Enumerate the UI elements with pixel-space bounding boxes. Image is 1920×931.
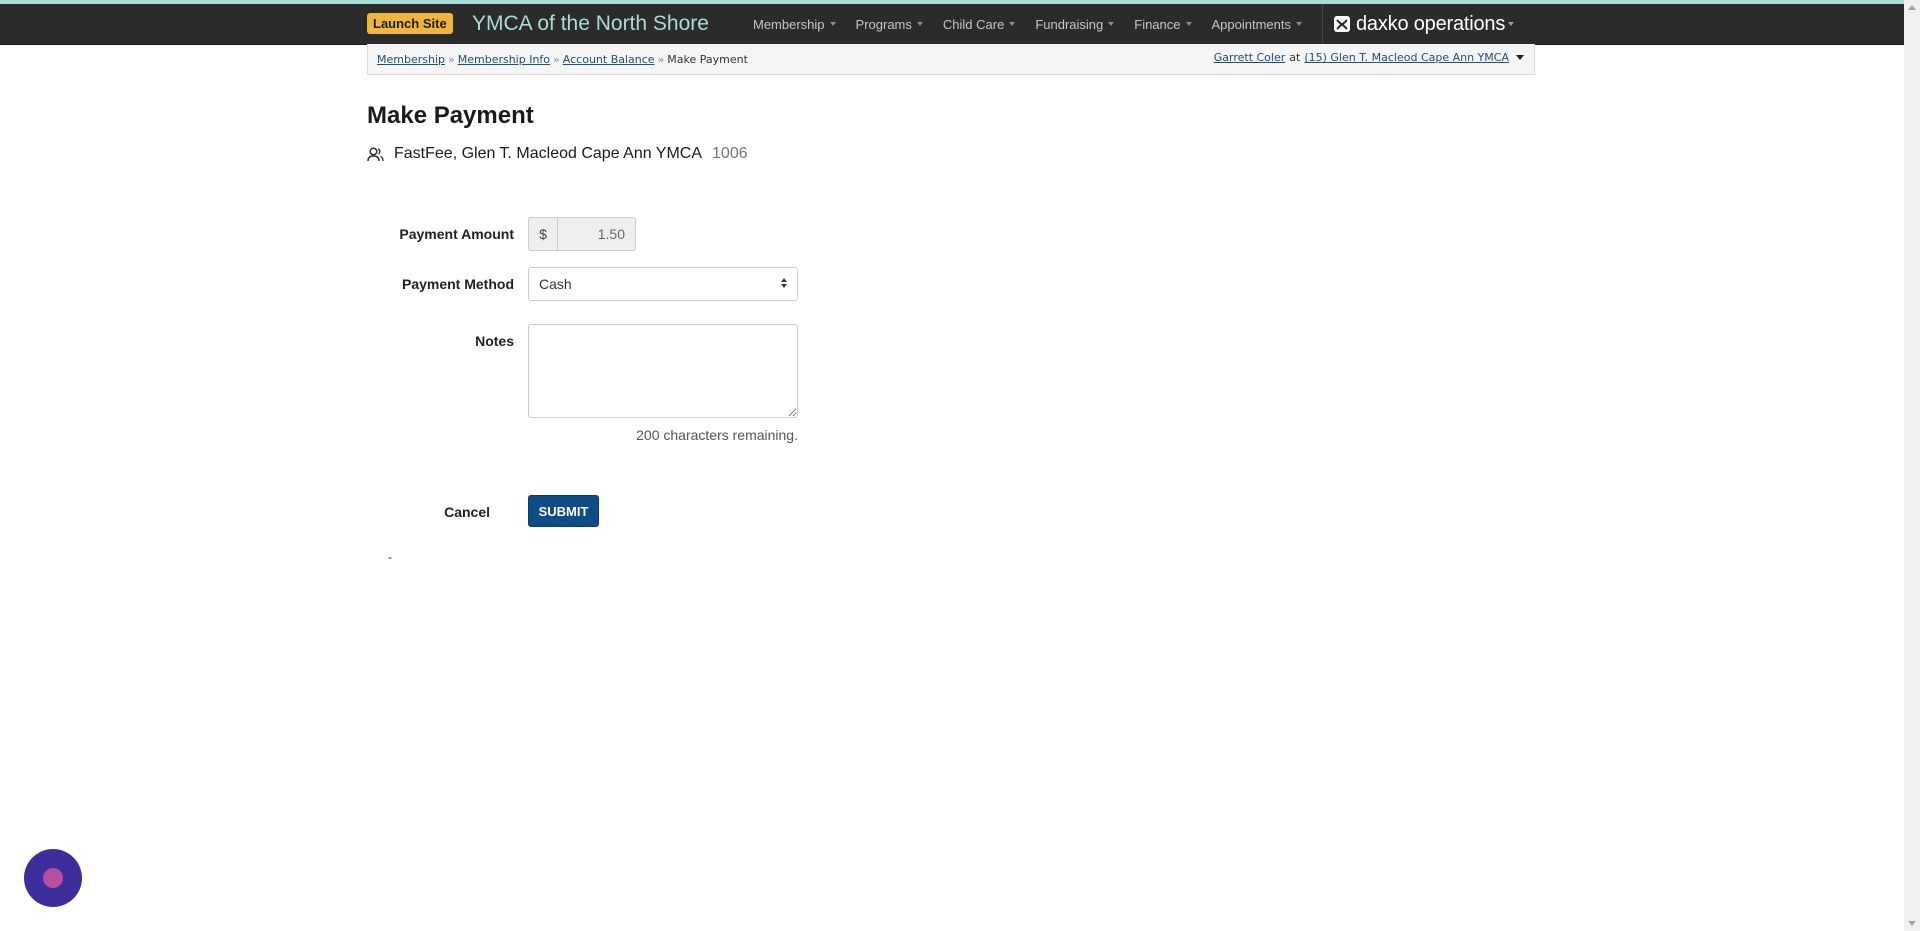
nav-fundraising-label: Fundraising	[1035, 16, 1104, 32]
chevron-down-icon	[1508, 22, 1515, 26]
currency-symbol: $	[528, 217, 557, 251]
chevron-down-icon	[1108, 22, 1115, 26]
stray-text: -	[388, 550, 392, 564]
payment-method-label: Payment Method	[401, 276, 514, 292]
user-location-menu: Garrett Coler at (15) Glen T. Macleod Ca…	[1214, 51, 1524, 64]
nav-child-care-label: Child Care	[942, 16, 1005, 32]
brand-menu[interactable]: daxko operations	[1322, 4, 1532, 44]
breadcrumb-separator: »	[553, 53, 560, 66]
main-nav: Membership Programs Child Care Fundraisi…	[753, 4, 1322, 44]
chars-remaining: 200 characters remaining.	[636, 427, 798, 443]
select-arrows-icon	[781, 278, 787, 288]
nav-programs[interactable]: Programs	[856, 17, 923, 32]
breadcrumb-trail: Membership» Membership Info» Account Balan…	[377, 53, 748, 66]
launch-site-button[interactable]: Launch Site	[367, 13, 453, 34]
breadcrumb-separator: »	[657, 53, 665, 66]
payment-method-select[interactable]: Cash	[528, 267, 798, 301]
nav-child-care[interactable]: Child Care	[942, 16, 1016, 32]
breadcrumb-membership-info[interactable]: Membership Info	[458, 53, 550, 66]
chevron-down-icon	[829, 22, 836, 26]
nav-appointments-label: Appointments	[1211, 16, 1292, 32]
at-text: at	[1289, 51, 1301, 64]
member-id: 1006	[712, 145, 748, 162]
chevron-down-icon	[1009, 22, 1016, 26]
breadcrumb-current: Make Payment	[667, 53, 748, 66]
nav-membership[interactable]: Membership	[753, 17, 836, 32]
nav-fundraising[interactable]: Fundraising	[1035, 16, 1115, 32]
member-info: FastFee, Glen T. Macleod Cape Ann YMCA 1…	[367, 145, 748, 163]
user-name-link[interactable]: Garrett Coler	[1214, 51, 1286, 64]
breadcrumb: Membership» Membership Info» Account Balan…	[367, 44, 1535, 75]
payment-method-value: Cash	[539, 276, 572, 292]
payment-amount-label: Payment Amount	[399, 226, 514, 242]
nav-finance-label: Finance	[1134, 16, 1181, 32]
nav-membership-label: Membership	[753, 16, 825, 32]
payment-amount-group: $	[528, 217, 636, 251]
daxko-logo-icon	[1334, 16, 1350, 32]
person-icon	[367, 146, 384, 162]
chevron-down-icon	[916, 22, 923, 26]
payment-amount-input[interactable]	[557, 217, 636, 251]
chat-launcher-icon	[43, 868, 63, 888]
location-dropdown-icon[interactable]	[1516, 55, 1524, 60]
scroll-up-icon[interactable]	[1908, 5, 1916, 10]
breadcrumb-separator: »	[448, 53, 455, 66]
notes-label: Notes	[475, 333, 514, 349]
location-link[interactable]: (15) Glen T. Macleod Cape Ann YMCA	[1304, 51, 1509, 64]
nav-programs-label: Programs	[855, 16, 912, 32]
page-scrollbar[interactable]	[1904, 0, 1920, 931]
submit-button[interactable]: SUBMIT	[528, 495, 599, 527]
scroll-down-icon[interactable]	[1908, 921, 1916, 926]
member-name: FastFee, Glen T. Macleod Cape Ann YMCA	[394, 145, 703, 162]
nav-appointments[interactable]: Appointments	[1211, 16, 1302, 32]
chat-launcher-button[interactable]	[24, 849, 82, 907]
chevron-down-icon	[1296, 22, 1302, 26]
brand-name: daxko operations	[1356, 12, 1506, 35]
organization-title[interactable]: YMCA of the North Shore	[472, 11, 709, 37]
notes-textarea[interactable]	[528, 324, 798, 418]
cancel-button[interactable]: Cancel	[380, 504, 490, 520]
breadcrumb-membership[interactable]: Membership	[377, 53, 445, 66]
breadcrumb-account-balance[interactable]: Account Balance	[563, 53, 655, 66]
nav-finance[interactable]: Finance	[1134, 16, 1192, 32]
chevron-down-icon	[1185, 22, 1192, 26]
top-navbar: Launch Site YMCA of the North Shore Memb…	[0, 4, 1904, 45]
page-title: Make Payment	[367, 102, 534, 129]
